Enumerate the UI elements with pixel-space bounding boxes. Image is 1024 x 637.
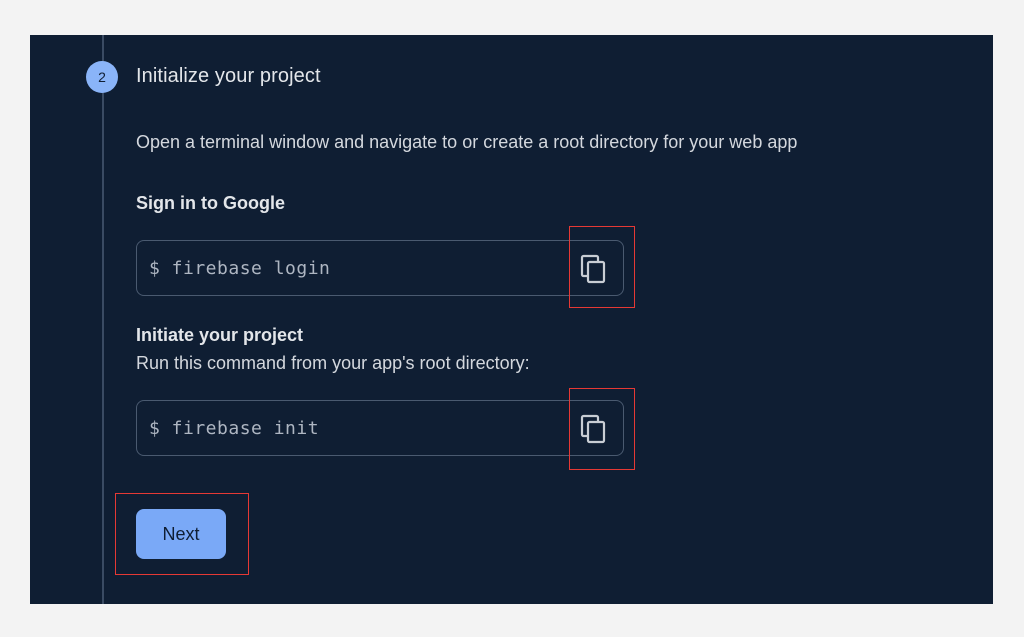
init-command-box: $ firebase init xyxy=(136,400,624,456)
copy-icon xyxy=(580,254,606,284)
step-number-badge: 2 xyxy=(86,61,118,93)
next-button[interactable]: Next xyxy=(136,509,226,559)
login-command-box: $ firebase login xyxy=(136,240,624,296)
init-command-text: $ firebase init xyxy=(149,418,320,439)
copy-login-command-button[interactable] xyxy=(577,252,611,286)
step-rail xyxy=(102,35,104,604)
step-description: Open a terminal window and navigate to o… xyxy=(136,132,798,152)
sign-in-label: Sign in to Google xyxy=(136,193,285,213)
init-hint: Run this command from your app's root di… xyxy=(136,353,530,373)
step-title: Initialize your project xyxy=(136,65,321,87)
copy-icon xyxy=(580,414,606,444)
setup-panel: 2 Initialize your project Open a termina… xyxy=(30,35,993,604)
copy-init-command-button[interactable] xyxy=(577,412,611,446)
init-label: Initiate your project xyxy=(136,325,304,345)
login-command-text: $ firebase login xyxy=(149,258,331,279)
